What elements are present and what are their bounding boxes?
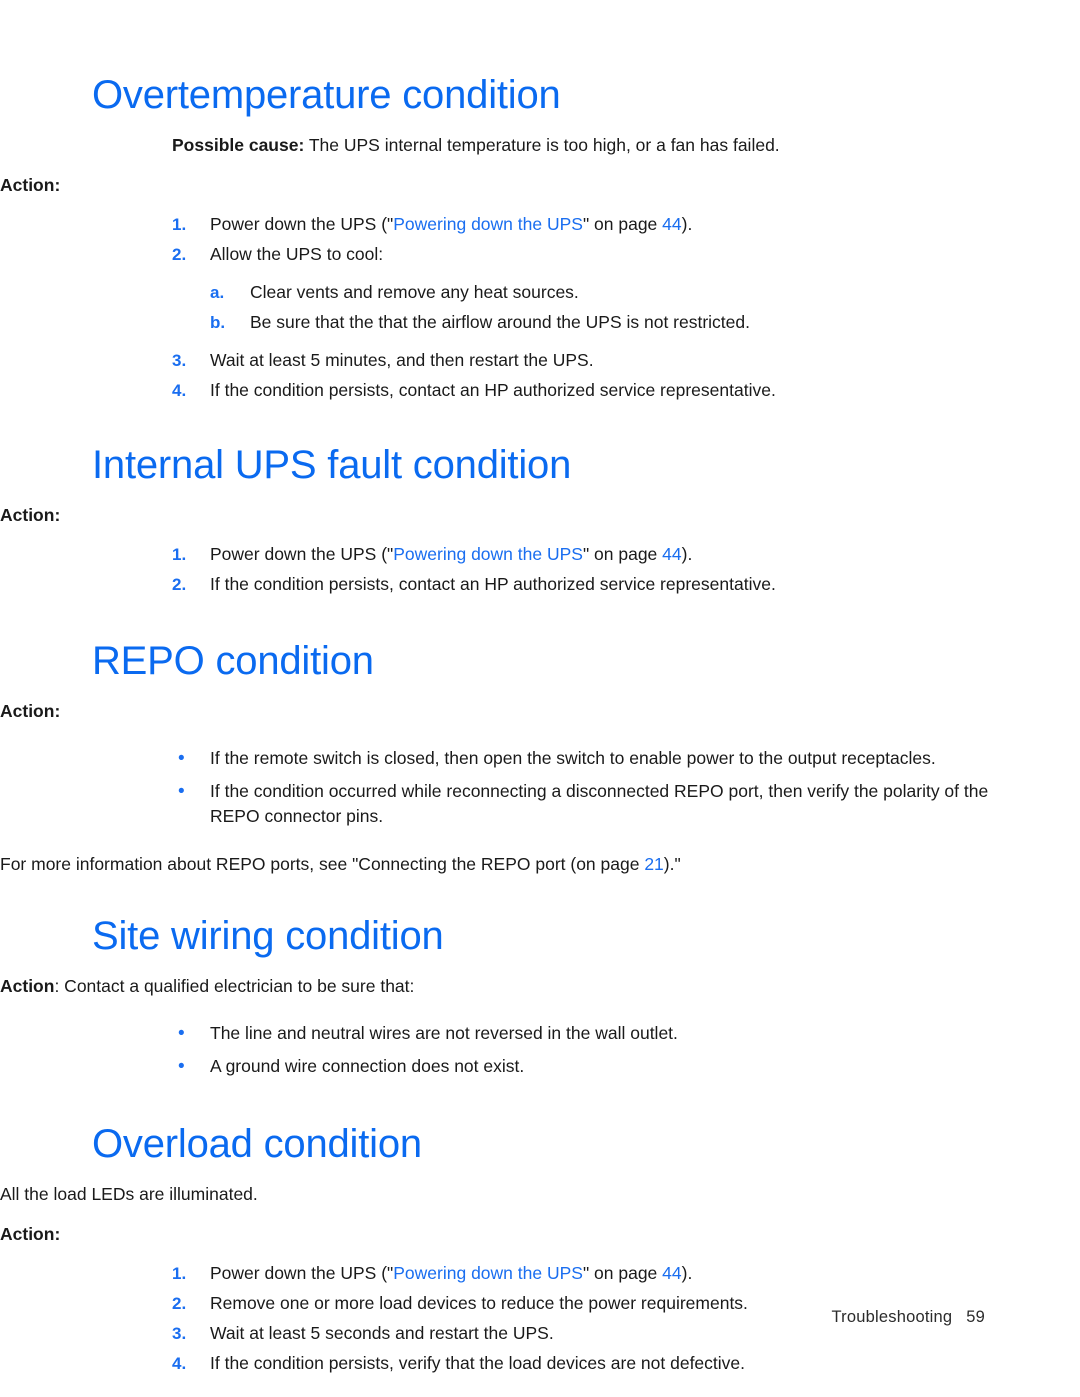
page-number-link[interactable]: 44 xyxy=(662,214,681,234)
step-text-mid: " on page xyxy=(582,544,663,564)
action-colon: : xyxy=(54,505,61,525)
heading-overtemperature-condition: Overtemperature condition xyxy=(92,73,561,117)
list-item: • If the condition occurred while reconn… xyxy=(178,779,990,829)
list-item: • A ground wire connection does not exis… xyxy=(178,1054,990,1079)
cross-reference-link[interactable]: Powering down the UPS xyxy=(393,214,583,234)
list-item: 1. Power down the UPS ("Powering down th… xyxy=(172,1261,990,1286)
bullet-text: A ground wire connection does not exist. xyxy=(210,1056,525,1076)
heading-repo-condition: REPO condition xyxy=(92,639,374,683)
list-item: • The line and neutral wires are not rev… xyxy=(178,1021,990,1046)
repo-more-information-paragraph: For more information about REPO ports, s… xyxy=(0,851,1080,877)
action-colon: : xyxy=(54,1224,61,1244)
action-steps-overtemperature-cont: 3. Wait at least 5 minutes, and then res… xyxy=(0,348,1080,403)
list-item: b. Be sure that the that the airflow aro… xyxy=(210,310,990,335)
action-label-overtemperature: Action: xyxy=(0,172,1080,198)
step-text: If the condition persists, contact an HP… xyxy=(210,380,776,400)
step-text: If the condition persists, verify that t… xyxy=(210,1353,746,1373)
bullet-text: The line and neutral wires are not rever… xyxy=(210,1023,678,1043)
overload-intro-paragraph: All the load LEDs are illuminated. xyxy=(0,1184,258,1204)
heading-site-wiring-condition: Site wiring condition xyxy=(92,914,444,958)
list-marker: 4. xyxy=(172,1354,187,1373)
step-text-pre: Power down the UPS (" xyxy=(210,544,394,564)
footer-chapter-name: Troubleshooting xyxy=(831,1308,953,1326)
more-info-text-pre: For more information about REPO ports, s… xyxy=(0,854,645,874)
list-marker: b. xyxy=(210,313,226,332)
list-marker: 2. xyxy=(172,575,187,594)
possible-cause-paragraph: Possible cause: The UPS internal tempera… xyxy=(172,132,990,158)
action-label: Action xyxy=(0,505,55,525)
document-page: Overtemperature condition Possible cause… xyxy=(0,0,1080,1397)
bullet-icon: • xyxy=(178,1056,185,1077)
action-label-overload: Action: xyxy=(0,1221,1080,1247)
action-colon: : xyxy=(54,701,61,721)
page-number-link[interactable]: 21 xyxy=(644,854,663,874)
bullet-text: If the remote switch is closed, then ope… xyxy=(210,748,936,768)
heading-internal-ups-fault-condition: Internal UPS fault condition xyxy=(92,443,572,487)
page-footer: Troubleshooting 59 xyxy=(0,1308,1080,1327)
page-content: Overtemperature condition Possible cause… xyxy=(0,0,1080,1381)
list-item: • If the remote switch is closed, then o… xyxy=(178,746,990,771)
action-label: Action xyxy=(0,701,55,721)
bullet-text: If the condition occurred while reconnec… xyxy=(210,781,989,826)
step-text-mid: " on page xyxy=(582,214,663,234)
action-label: Action xyxy=(0,175,55,195)
action-label-repo: Action: xyxy=(0,698,1080,724)
list-marker: 4. xyxy=(172,381,187,400)
action-colon: : xyxy=(54,175,61,195)
step-text-post: ). xyxy=(681,214,693,234)
list-marker: 2. xyxy=(172,245,187,264)
list-marker: 3. xyxy=(172,351,187,370)
step-text-mid: " on page xyxy=(582,1263,663,1283)
heading-overload-condition: Overload condition xyxy=(92,1122,422,1166)
cross-reference-link[interactable]: Powering down the UPS xyxy=(393,1263,583,1283)
action-steps-internal-ups-fault: 1. Power down the UPS ("Powering down th… xyxy=(0,542,1080,597)
step-text-post: ). xyxy=(681,544,693,564)
possible-cause-text: The UPS internal temperature is too high… xyxy=(304,135,780,155)
list-item: 1. Power down the UPS ("Powering down th… xyxy=(172,212,990,237)
bullet-icon: • xyxy=(178,748,185,769)
list-marker: a. xyxy=(210,283,225,302)
bullet-icon: • xyxy=(178,781,185,802)
list-marker: 1. xyxy=(172,215,187,234)
list-item: 4. If the condition persists, verify tha… xyxy=(172,1351,990,1376)
page-number-link[interactable]: 44 xyxy=(662,544,681,564)
list-item: 2. If the condition persists, contact an… xyxy=(172,572,990,597)
action-inline-text: : Contact a qualified electrician to be … xyxy=(54,976,415,996)
action-label-internal-ups-fault: Action: xyxy=(0,502,1080,528)
list-item: a. Clear vents and remove any heat sourc… xyxy=(210,280,990,305)
step-text-pre: Power down the UPS (" xyxy=(210,214,394,234)
list-marker: 1. xyxy=(172,545,187,564)
action-substeps-overtemperature: a. Clear vents and remove any heat sourc… xyxy=(0,280,1080,335)
cross-reference-link[interactable]: Powering down the UPS xyxy=(393,544,583,564)
list-item: 4. If the condition persists, contact an… xyxy=(172,378,990,403)
more-info-text-post: )." xyxy=(663,854,681,874)
step-text-pre: Power down the UPS (" xyxy=(210,1263,394,1283)
action-steps-overtemperature: 1. Power down the UPS ("Powering down th… xyxy=(0,212,1080,267)
list-item: 1. Power down the UPS ("Powering down th… xyxy=(172,542,990,567)
action-label: Action xyxy=(0,1224,55,1244)
substep-text: Clear vents and remove any heat sources. xyxy=(250,282,579,302)
page-number-link[interactable]: 44 xyxy=(662,1263,681,1283)
action-bullets-site-wiring: • The line and neutral wires are not rev… xyxy=(0,1021,1080,1079)
action-paragraph-site-wiring: Action: Contact a qualified electrician … xyxy=(0,973,1080,999)
step-text: Allow the UPS to cool: xyxy=(210,244,384,264)
list-marker: 1. xyxy=(172,1264,187,1283)
list-item: 3. Wait at least 5 minutes, and then res… xyxy=(172,348,990,373)
list-item: 2. Allow the UPS to cool: xyxy=(172,242,990,267)
step-text: If the condition persists, contact an HP… xyxy=(210,574,776,594)
footer-page-number: 59 xyxy=(966,1308,985,1326)
possible-cause-label: Possible cause: xyxy=(172,135,305,155)
action-bullets-repo: • If the remote switch is closed, then o… xyxy=(0,746,1080,829)
bullet-icon: • xyxy=(178,1023,185,1044)
action-label: Action xyxy=(0,976,55,996)
step-text: Wait at least 5 minutes, and then restar… xyxy=(210,350,594,370)
substep-text: Be sure that the that the airflow around… xyxy=(250,312,750,332)
step-text-post: ). xyxy=(681,1263,693,1283)
